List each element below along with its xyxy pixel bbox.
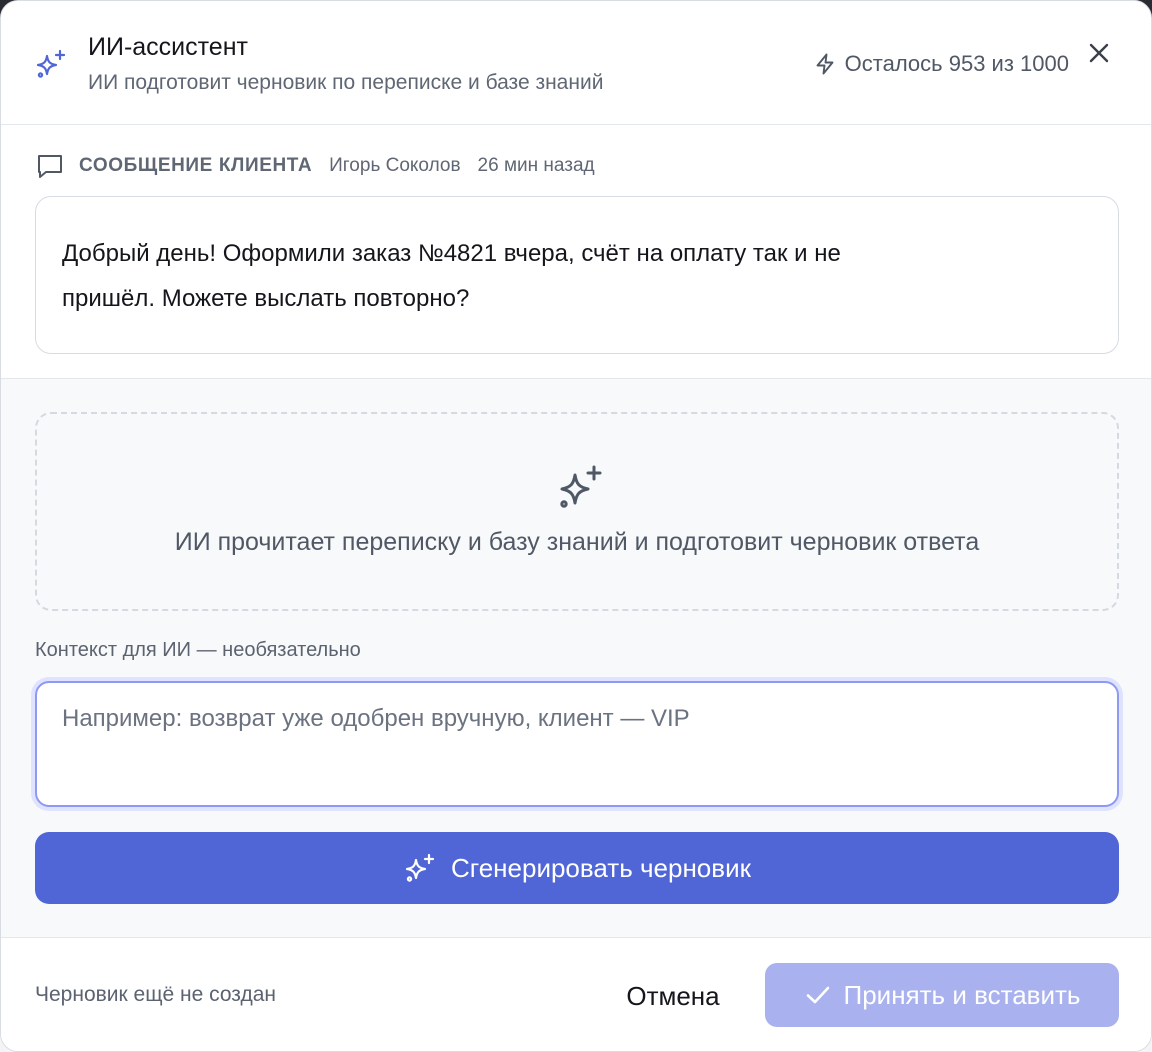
message-meta: СООБЩЕНИЕ КЛИЕНТА Игорь Соколов 26 мин н…	[35, 151, 595, 181]
message-label: СООБЩЕНИЕ КЛИЕНТА	[79, 155, 313, 176]
generate-draft-button[interactable]: Сгенерировать черновик	[35, 832, 1119, 904]
generate-button-label: Сгенерировать черновик	[451, 852, 751, 883]
ai-assistant-dialog: ИИ-ассистент ИИ подготовит черновик по п…	[0, 0, 1152, 1052]
check-icon	[806, 986, 829, 1004]
sparkles-icon	[560, 465, 602, 508]
message-author: Игорь Соколов	[329, 155, 461, 176]
draft-status: Черновик ещё не создан	[35, 983, 276, 1006]
dialog-header: ИИ-ассистент ИИ подготовит черновик по п…	[1, 1, 1151, 125]
accept-insert-button[interactable]: Принять и вставить	[765, 963, 1119, 1027]
assistant-body: ИИ прочитает переписку и базу знаний и п…	[1, 379, 1151, 937]
placeholder-text: ИИ прочитает переписку и базу знаний и п…	[174, 528, 980, 556]
draft-placeholder: ИИ прочитает переписку и базу знаний и п…	[35, 412, 1119, 611]
quota-indicator: Осталось 953 из 1000	[813, 50, 1069, 78]
dialog-title: ИИ-ассистент	[88, 33, 248, 61]
dialog-subtitle: ИИ подготовит черновик по переписке и ба…	[88, 71, 604, 94]
lightning-icon	[816, 53, 834, 75]
context-input[interactable]	[35, 681, 1119, 807]
message-text-line-2: пришёл. Можете выслать повторно?	[62, 285, 470, 312]
client-message-bubble: Добрый день! Оформили заказ №4821 вчера,…	[35, 196, 1119, 354]
client-message-section: СООБЩЕНИЕ КЛИЕНТА Игорь Соколов 26 мин н…	[1, 125, 1151, 379]
dialog-footer: Черновик ещё не создан Отмена Принять и …	[1, 937, 1151, 1051]
message-text-line-1: Добрый день! Оформили заказ №4821 вчера,…	[62, 240, 841, 267]
sparkles-icon	[405, 853, 435, 882]
context-label: Контекст для ИИ — необязательно	[35, 639, 361, 661]
quota-text: Осталось 953 из 1000	[844, 51, 1069, 76]
close-button[interactable]	[1083, 37, 1115, 69]
accept-button-label: Принять и вставить	[843, 979, 1081, 1010]
cancel-button[interactable]: Отмена	[605, 964, 741, 1028]
message-time: 26 мин назад	[477, 155, 595, 176]
chat-bubble-icon	[38, 155, 62, 178]
sparkles-icon	[36, 49, 66, 78]
close-icon	[1089, 43, 1109, 63]
